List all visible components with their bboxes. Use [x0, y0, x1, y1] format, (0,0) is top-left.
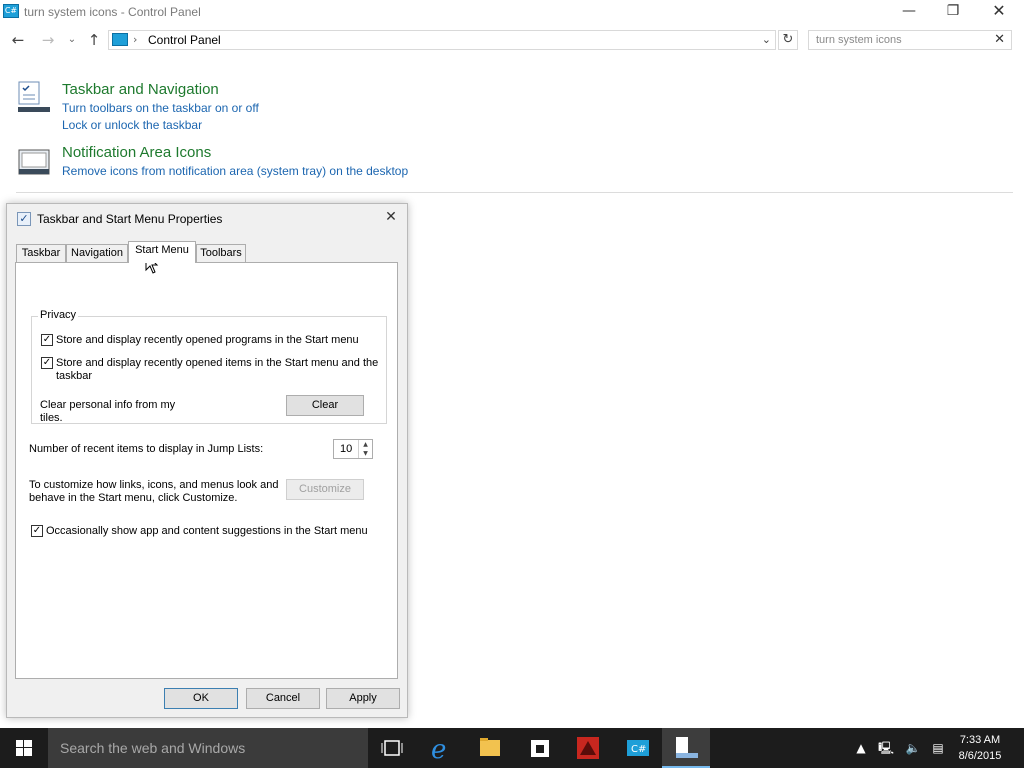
search-input-value[interactable]: turn system icons — [816, 34, 902, 46]
show-hidden-icons-chevron-icon[interactable]: ▲ — [852, 728, 870, 768]
task-view-button[interactable] — [368, 728, 416, 768]
search-input[interactable]: turn system icons ✕ — [808, 30, 1012, 50]
result-link[interactable]: Turn toolbars on the taskbar on or off — [62, 101, 259, 115]
edge-browser-button[interactable]: e — [418, 728, 466, 768]
store-items-label[interactable]: Store and display recently opened items … — [56, 357, 378, 370]
back-arrow-icon[interactable]: ← — [8, 30, 28, 50]
start-menu-tab-panel: Privacy ✓ Store and display recently ope… — [15, 262, 398, 679]
game-app-button[interactable] — [564, 728, 612, 768]
tab-start-menu[interactable]: Start Menu — [128, 241, 196, 263]
result-heading[interactable]: Taskbar and Navigation — [62, 81, 219, 98]
taskbar-clock[interactable]: 7:33 AM 8/6/2015 — [952, 732, 1008, 764]
store-programs-label[interactable]: Store and display recently opened progra… — [56, 334, 359, 347]
ok-button[interactable]: OK — [164, 688, 238, 709]
jump-list-label: Number of recent items to display in Jum… — [29, 443, 264, 455]
store-items-checkbox[interactable]: ✓ — [41, 357, 53, 369]
results-divider — [16, 192, 1013, 193]
store-items-label-line2[interactable]: taskbar — [56, 370, 92, 383]
navigation-bar: ← → ⌄ ↑ › Control Panel ⌄ ↻ turn system … — [0, 28, 1024, 54]
result-link[interactable]: Lock or unlock the taskbar — [62, 118, 202, 132]
jump-list-count-value[interactable]: 10 — [340, 443, 352, 455]
folder-icon — [480, 738, 500, 756]
restore-button[interactable]: ❐ — [930, 0, 976, 22]
tab-navigation[interactable]: Navigation — [66, 244, 128, 262]
store-icon — [531, 740, 549, 757]
dragon-app-icon — [577, 737, 599, 759]
svg-text:e: e — [431, 735, 446, 765]
volume-muted-icon[interactable]: 🔈 — [900, 728, 926, 768]
privacy-legend: Privacy — [38, 309, 79, 321]
clock-date: 8/6/2015 — [958, 750, 1002, 762]
taskbar-settings-taskbar-icon — [676, 737, 698, 758]
tab-toolbars[interactable]: Toolbars — [196, 244, 246, 262]
action-center-icon[interactable]: ▤ — [926, 728, 950, 768]
up-arrow-icon[interactable]: ↑ — [84, 30, 104, 50]
window-title: turn system icons - Control Panel — [24, 5, 201, 19]
start-button[interactable] — [0, 728, 48, 768]
dialog-title: Taskbar and Start Menu Properties — [37, 212, 223, 226]
cancel-button[interactable]: Cancel — [246, 688, 320, 709]
suggestions-checkbox[interactable]: ✓ — [31, 525, 43, 537]
network-icon[interactable]: 🖳 — [874, 728, 898, 768]
control-panel-app-icon: C# — [3, 4, 19, 18]
jump-list-count-stepper[interactable]: 10 ▲ ▼ — [333, 439, 373, 459]
task-view-icon — [381, 740, 403, 756]
refresh-icon[interactable]: ↻ — [778, 30, 798, 50]
breadcrumb-control-panel[interactable]: Control Panel — [148, 33, 221, 47]
taskbar: Search the web and Windows e C# ▲ 🖳 🔈 ▤ … — [0, 728, 1024, 768]
address-dropdown-icon[interactable]: ⌄ — [762, 31, 771, 49]
store-button[interactable] — [516, 728, 564, 768]
result-link[interactable]: Remove icons from notification area (sys… — [62, 164, 408, 178]
tab-taskbar[interactable]: Taskbar — [16, 244, 66, 262]
minimize-button[interactable]: — — [886, 0, 932, 22]
close-window-button[interactable]: ✕ — [976, 0, 1022, 22]
control-panel-icon — [112, 33, 128, 46]
customize-text-line2: behave in the Start menu, click Customiz… — [29, 492, 238, 504]
recent-locations-chevron-icon[interactable]: ⌄ — [62, 30, 82, 50]
clear-button[interactable]: Clear — [286, 395, 364, 416]
clear-search-icon[interactable]: ✕ — [994, 31, 1005, 49]
window-titlebar: C# turn system icons - Control Panel — ❐… — [0, 0, 1024, 24]
clear-info-text-line2: tiles. — [40, 412, 63, 424]
store-programs-checkbox[interactable]: ✓ — [41, 334, 53, 346]
taskbar-properties-button[interactable] — [662, 728, 710, 768]
dialog-close-icon[interactable]: ✕ — [379, 206, 403, 228]
dialog-app-icon: ✓ — [17, 212, 31, 226]
result-heading[interactable]: Notification Area Icons — [62, 144, 211, 161]
customize-button[interactable]: Customize — [286, 479, 364, 500]
notification-area-icon — [18, 149, 50, 175]
suggestions-label[interactable]: Occasionally show app and content sugges… — [46, 525, 368, 538]
breadcrumb-separator-icon[interactable]: › — [133, 31, 137, 49]
clear-info-text: Clear personal info from my — [40, 399, 176, 411]
taskbar-search-box[interactable]: Search the web and Windows — [48, 728, 368, 768]
apply-button[interactable]: Apply — [326, 688, 400, 709]
taskbar-settings-icon — [18, 81, 50, 112]
taskbar-search-placeholder[interactable]: Search the web and Windows — [60, 740, 245, 756]
taskbar-start-menu-properties-dialog: ✓ Taskbar and Start Menu Properties ✕ Ta… — [6, 203, 408, 718]
forward-arrow-icon[interactable]: → — [38, 30, 58, 50]
privacy-groupbox: Privacy ✓ Store and display recently ope… — [31, 309, 387, 424]
windows-logo-icon — [16, 740, 32, 756]
customize-text: To customize how links, icons, and menus… — [29, 479, 279, 491]
control-panel-taskbar-button[interactable]: C# — [614, 728, 662, 768]
csharp-app-icon: C# — [627, 740, 649, 756]
stepper-arrows-icon[interactable]: ▲ ▼ — [358, 440, 372, 458]
svg-text:C#: C# — [631, 744, 646, 755]
edge-icon: e — [431, 735, 446, 765]
file-explorer-button[interactable] — [466, 728, 514, 768]
address-bar[interactable]: › Control Panel ⌄ — [108, 30, 776, 50]
clock-time: 7:33 AM — [959, 734, 1001, 746]
